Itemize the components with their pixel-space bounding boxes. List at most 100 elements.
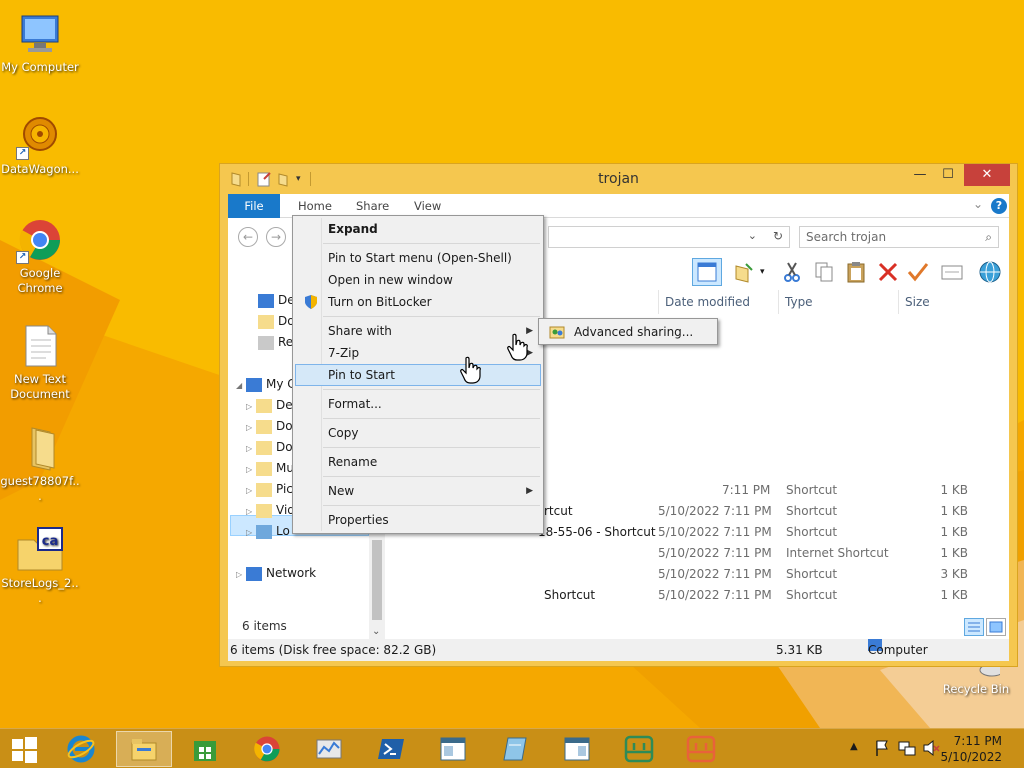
network-status-icon[interactable] bbox=[898, 739, 916, 768]
desktop-icon-datawagon[interactable]: ↗ DataWagon... bbox=[0, 112, 80, 177]
expand-arrow-icon[interactable]: ▷ bbox=[236, 564, 246, 585]
address-dropdown-icon[interactable]: ⌄ bbox=[748, 229, 757, 242]
nav-item-downloads[interactable]: Do bbox=[258, 311, 295, 332]
scroll-down-icon[interactable]: ⌄ bbox=[372, 626, 380, 637]
expand-arrow-icon[interactable]: ▷ bbox=[246, 396, 256, 417]
paste-icon[interactable] bbox=[844, 260, 868, 284]
taskbar: ▲ 7:11 PM 5/10/2022 bbox=[0, 728, 1024, 768]
preview-pane-button[interactable] bbox=[692, 258, 722, 286]
collapse-arrow-icon[interactable]: ◢ bbox=[236, 375, 246, 396]
nav-item-downloads-2[interactable]: ▷ Do bbox=[246, 437, 293, 458]
tab-file[interactable]: File bbox=[228, 194, 280, 218]
column-date-modified[interactable]: Date modified bbox=[658, 290, 776, 314]
menu-item-pin-to-start-menu[interactable]: Pin to Start menu (Open-Shell) bbox=[295, 247, 541, 269]
menu-item-new[interactable]: New ▶ bbox=[295, 480, 541, 502]
properties-window-icon[interactable] bbox=[940, 260, 964, 284]
nav-item-desktop-2[interactable]: ▷ De bbox=[246, 395, 293, 416]
scrollbar-thumb[interactable] bbox=[372, 540, 382, 620]
menu-item-open-new-window[interactable]: Open in new window bbox=[295, 269, 541, 291]
minimize-button[interactable]: — bbox=[906, 164, 934, 186]
expand-arrow-icon[interactable]: ▷ bbox=[246, 459, 256, 480]
taskbar-app-green[interactable] bbox=[612, 731, 666, 767]
menu-item-rename[interactable]: Rename bbox=[295, 451, 541, 473]
submenu-arrow-icon: ▶ bbox=[526, 486, 533, 496]
desktop-icon-google-chrome[interactable]: ↗ Google Chrome bbox=[0, 216, 80, 296]
taskbar-file-explorer[interactable] bbox=[116, 731, 172, 767]
nav-item-pictures[interactable]: ▷ Pic bbox=[246, 479, 293, 500]
back-button[interactable]: ← bbox=[238, 227, 258, 247]
column-type[interactable]: Type bbox=[778, 290, 896, 314]
taskbar-store[interactable] bbox=[178, 731, 232, 767]
close-button[interactable]: ✕ bbox=[964, 164, 1010, 186]
action-center-flag-icon[interactable] bbox=[874, 739, 890, 768]
network-globe-icon[interactable] bbox=[978, 260, 1002, 284]
taskbar-powershell[interactable] bbox=[364, 731, 418, 767]
preview-pane-icon bbox=[697, 262, 717, 282]
taskbar-app-window-1[interactable] bbox=[426, 731, 480, 767]
taskbar-chrome[interactable] bbox=[240, 731, 294, 767]
menu-item-turn-on-bitlocker[interactable]: Turn on BitLocker bbox=[295, 291, 541, 313]
taskbar-app-window-2[interactable] bbox=[550, 731, 604, 767]
menu-item-pin-to-start[interactable]: Pin to Start bbox=[295, 364, 541, 386]
desktop-icon-storelogs[interactable]: ca StoreLogs_2... bbox=[0, 526, 80, 606]
menu-item-advanced-sharing[interactable]: Advanced sharing... bbox=[541, 321, 715, 343]
powershell-icon bbox=[378, 739, 404, 759]
column-size[interactable]: Size bbox=[898, 290, 978, 314]
taskbar-performance-monitor[interactable] bbox=[302, 731, 356, 767]
taskbar-app-orange[interactable] bbox=[674, 731, 728, 767]
nav-item-my-computer[interactable]: ◢ My C bbox=[236, 374, 296, 395]
text-document-icon bbox=[16, 322, 64, 370]
nav-item-local-disk[interactable]: ▷ Lo bbox=[246, 521, 290, 542]
rename-check-icon[interactable] bbox=[906, 260, 930, 284]
menu-item-format[interactable]: Format... bbox=[295, 393, 541, 415]
windows-logo-icon bbox=[12, 737, 37, 763]
title-bar[interactable]: ▾ trojan — ☐ ✕ bbox=[220, 164, 1017, 194]
app-window-icon bbox=[564, 737, 590, 761]
dropdown-icon[interactable]: ▾ bbox=[760, 260, 770, 284]
volume-muted-icon[interactable] bbox=[922, 739, 940, 768]
delete-icon[interactable] bbox=[876, 260, 900, 284]
desktop-icon-new-text-document[interactable]: New Text Document bbox=[0, 322, 80, 402]
desktop-icon-my-computer[interactable]: My Computer bbox=[0, 10, 80, 75]
taskbar-internet-explorer[interactable] bbox=[54, 731, 108, 767]
menu-item-7-zip[interactable]: 7-Zip ▶ bbox=[295, 342, 541, 364]
desktop-icon-guest-folder[interactable]: guest78807f... bbox=[0, 424, 80, 504]
help-icon[interactable]: ? bbox=[991, 198, 1007, 214]
shield-icon bbox=[303, 294, 319, 310]
details-view-button[interactable] bbox=[964, 618, 984, 636]
menu-item-share-with[interactable]: Share with ▶ bbox=[295, 320, 541, 342]
copy-icon[interactable] bbox=[812, 260, 836, 284]
cut-icon[interactable] bbox=[780, 260, 804, 284]
ribbon-expand-icon[interactable]: ⌄ bbox=[973, 197, 983, 211]
taskbar-clock[interactable]: 7:11 PM 5/10/2022 bbox=[940, 733, 1002, 765]
clock-time: 7:11 PM bbox=[953, 734, 1002, 748]
details-view-icon bbox=[968, 622, 980, 632]
address-bar[interactable]: ⌄ ↻ bbox=[548, 226, 790, 248]
context-menu: Expand Pin to Start menu (Open-Shell) Op… bbox=[292, 215, 544, 534]
expand-arrow-icon[interactable]: ▷ bbox=[246, 480, 256, 501]
nav-item-network[interactable]: ▷ Network bbox=[236, 563, 316, 584]
refresh-icon[interactable]: ↻ bbox=[773, 229, 783, 243]
nav-item-documents[interactable]: ▷ Do bbox=[246, 416, 293, 437]
maximize-button[interactable]: ☐ bbox=[934, 164, 962, 186]
expand-arrow-icon[interactable]: ▷ bbox=[246, 501, 256, 522]
search-input[interactable]: Search trojan ⌕ bbox=[799, 226, 999, 248]
menu-item-copy[interactable]: Copy bbox=[295, 422, 541, 444]
expand-arrow-icon[interactable]: ▷ bbox=[246, 522, 256, 543]
forward-button[interactable]: → bbox=[266, 227, 286, 247]
folder-options-icon[interactable] bbox=[732, 260, 756, 284]
large-icons-view-icon bbox=[989, 621, 1003, 633]
large-icons-view-button[interactable] bbox=[986, 618, 1006, 636]
nav-item-desktop[interactable]: De bbox=[258, 290, 295, 311]
app-window-icon bbox=[440, 737, 466, 761]
show-hidden-icons-icon[interactable]: ▲ bbox=[850, 741, 858, 768]
start-button[interactable] bbox=[0, 731, 48, 767]
nav-item-music[interactable]: ▷ Mu bbox=[246, 458, 294, 479]
nav-item-recent[interactable]: Re bbox=[258, 332, 293, 353]
expand-arrow-icon[interactable]: ▷ bbox=[246, 417, 256, 438]
nav-item-videos[interactable]: ▷ Vid bbox=[246, 500, 295, 521]
expand-arrow-icon[interactable]: ▷ bbox=[246, 438, 256, 459]
menu-item-expand[interactable]: Expand bbox=[295, 218, 541, 240]
taskbar-app-notebook[interactable] bbox=[488, 731, 542, 767]
menu-item-properties[interactable]: Properties bbox=[295, 509, 541, 531]
